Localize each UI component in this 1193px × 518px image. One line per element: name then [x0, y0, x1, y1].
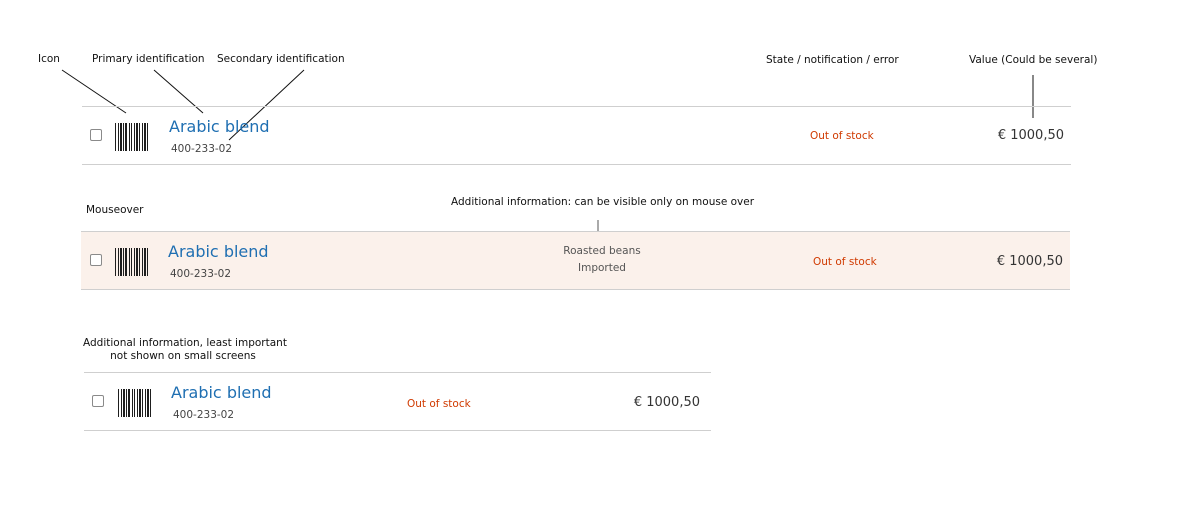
row-checkbox[interactable] [90, 254, 102, 266]
status-notification: Out of stock [810, 130, 874, 142]
barcode-icon [115, 248, 148, 276]
additional-info-line2: Imported [578, 262, 626, 274]
annotation-mouseover: Mouseover [86, 204, 144, 216]
annotation-additional-info-small: Additional information, least important … [83, 337, 287, 362]
annotation-additional-info-mouseover: Additional information: can be visible o… [451, 196, 755, 208]
primary-identification[interactable]: Arabic blend [169, 117, 270, 136]
status-notification: Out of stock [407, 398, 471, 410]
annotation-icon: Icon [38, 53, 60, 65]
secondary-identification: 400-233-02 [171, 143, 233, 155]
value: € 1000,50 [996, 254, 1063, 269]
annotation-secondary-identification: Secondary identification [217, 53, 345, 65]
annotation-primary-identification: Primary identification [92, 53, 205, 65]
status-notification: Out of stock [813, 256, 877, 268]
additional-info-line1: Roasted beans [563, 245, 641, 257]
row-checkbox[interactable] [92, 395, 104, 407]
barcode-icon [118, 389, 151, 417]
barcode-icon [115, 123, 148, 151]
list-item-hover[interactable]: Arabic blend 400-233-02 Roasted beans Im… [81, 231, 1070, 290]
value: € 1000,50 [997, 128, 1064, 143]
primary-identification[interactable]: Arabic blend [171, 383, 272, 402]
value: € 1000,50 [633, 395, 700, 410]
secondary-identification: 400-233-02 [173, 409, 235, 421]
annotation-state: State / notification / error [766, 54, 899, 66]
row-checkbox[interactable] [90, 129, 102, 141]
secondary-identification: 400-233-02 [170, 268, 232, 280]
annotation-value: Value (Could be several) [969, 54, 1098, 66]
list-item-small[interactable]: Arabic blend 400-233-02 Out of stock € 1… [84, 372, 711, 431]
annotation-additional-info-small-line1: Additional information, least important [83, 337, 287, 349]
annotation-additional-info-small-line2: not shown on small screens [110, 350, 256, 362]
primary-identification[interactable]: Arabic blend [168, 242, 269, 261]
list-item[interactable]: Arabic blend 400-233-02 Out of stock € 1… [82, 106, 1071, 165]
